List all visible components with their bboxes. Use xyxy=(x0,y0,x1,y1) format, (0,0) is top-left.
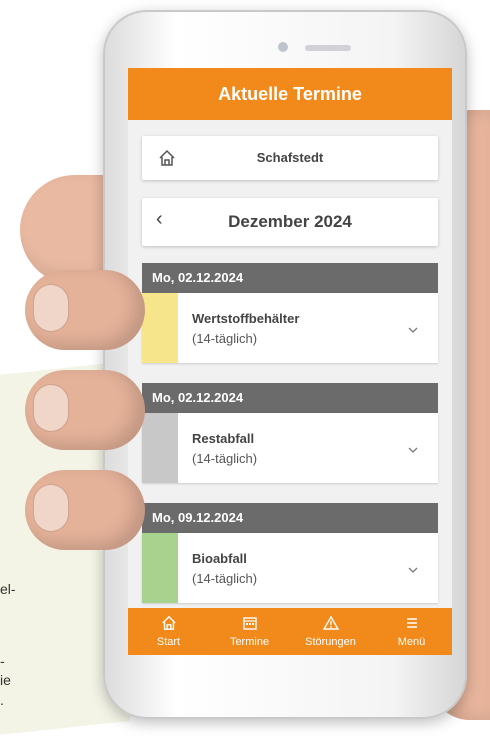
month-label: Dezember 2024 xyxy=(228,212,352,231)
chevron-down-icon[interactable] xyxy=(408,441,418,459)
frequency: (14-täglich) xyxy=(192,571,258,586)
hand-finger xyxy=(25,470,145,550)
category-color xyxy=(142,293,178,363)
location-selector[interactable]: Schafstedt xyxy=(142,136,438,180)
chevron-down-icon[interactable] xyxy=(408,321,418,339)
nav-label: Start xyxy=(156,636,181,648)
nav-item-stoerungen[interactable]: Störungen xyxy=(291,608,371,655)
calendar-icon xyxy=(242,615,258,634)
date-header: Mo, 02.12.2024 xyxy=(142,383,438,413)
page-title: Aktuelle Termine xyxy=(128,68,452,120)
waste-type: Wertstoffbehälter xyxy=(192,311,300,326)
background-text-4: . xyxy=(0,692,4,708)
month-selector: ‹ Dezember 2024 xyxy=(142,198,438,246)
background-text-2: - xyxy=(0,653,5,669)
category-color xyxy=(142,413,178,483)
list-item[interactable]: Wertstoffbehälter (14-täglich) xyxy=(142,293,438,363)
nav-label: Menü xyxy=(397,636,426,648)
date-header: Mo, 02.12.2024 xyxy=(142,263,438,293)
hand-finger xyxy=(25,370,145,450)
bottom-navigation: Start Termine Störungen Menü xyxy=(128,608,452,655)
waste-type: Bioabfall xyxy=(192,551,247,566)
background-text-3: ie xyxy=(0,672,11,688)
frequency: (14-täglich) xyxy=(192,451,258,466)
chevron-down-icon[interactable] xyxy=(408,561,418,579)
date-header: Mo, 09.12.2024 xyxy=(142,503,438,533)
frequency: (14-täglich) xyxy=(192,331,258,346)
list-item[interactable]: Restabfall (14-täglich) xyxy=(142,413,438,483)
speaker xyxy=(305,45,351,51)
app-screen: Aktuelle Termine Schafstedt ‹ Dezember 2… xyxy=(128,68,452,655)
hand-finger xyxy=(25,270,145,350)
nav-label: Störungen xyxy=(305,636,356,648)
home-icon xyxy=(161,615,177,634)
nav-item-termine[interactable]: Termine xyxy=(210,608,290,655)
warning-icon xyxy=(322,615,339,634)
nav-item-start[interactable]: Start xyxy=(129,608,209,655)
nav-label: Termine xyxy=(229,636,270,648)
background-text-1: el- xyxy=(0,581,16,597)
category-color xyxy=(142,533,178,603)
camera xyxy=(278,42,288,52)
waste-type: Restabfall xyxy=(192,431,255,446)
menu-icon xyxy=(404,615,420,634)
nav-item-menue[interactable]: Menü xyxy=(372,608,452,655)
location-name: Schafstedt xyxy=(256,150,324,165)
list-item[interactable]: Bioabfall (14-täglich) xyxy=(142,533,438,603)
